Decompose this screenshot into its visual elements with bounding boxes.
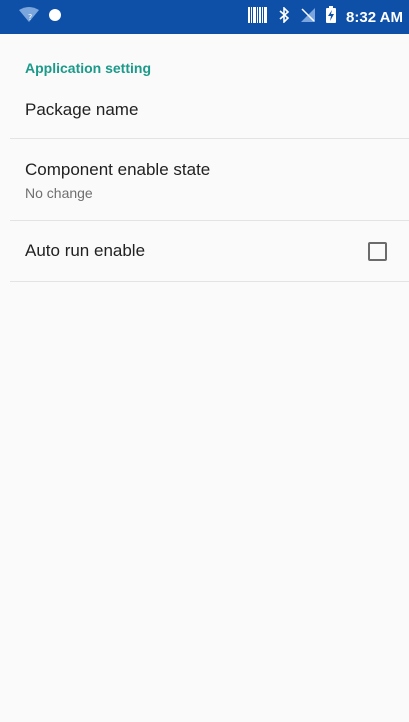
no-signal-icon <box>300 7 316 28</box>
svg-text:?: ? <box>28 13 32 22</box>
bluetooth-icon <box>278 5 290 28</box>
setting-component-enable-state[interactable]: Component enable state No change <box>0 139 409 220</box>
battery-charging-icon <box>326 6 337 28</box>
setting-title: Component enable state <box>25 160 211 179</box>
setting-summary: No change <box>25 185 93 201</box>
status-bar: ? 8:32 AM <box>0 0 409 34</box>
setting-title: Package name <box>25 100 139 119</box>
status-bar-clock: 8:32 AM <box>346 8 403 26</box>
circle-icon <box>48 8 62 27</box>
section-header: Application setting <box>25 60 151 76</box>
barcode-icon <box>248 6 268 28</box>
auto-run-checkbox[interactable] <box>368 242 387 261</box>
setting-title: Auto run enable <box>25 241 146 260</box>
divider <box>10 281 409 282</box>
setting-auto-run-enable[interactable]: Auto run enable <box>0 221 409 281</box>
settings-screen: Application setting Package name Compone… <box>0 34 409 722</box>
wifi-question-icon: ? <box>18 6 40 28</box>
setting-package-name[interactable]: Package name <box>0 84 409 138</box>
